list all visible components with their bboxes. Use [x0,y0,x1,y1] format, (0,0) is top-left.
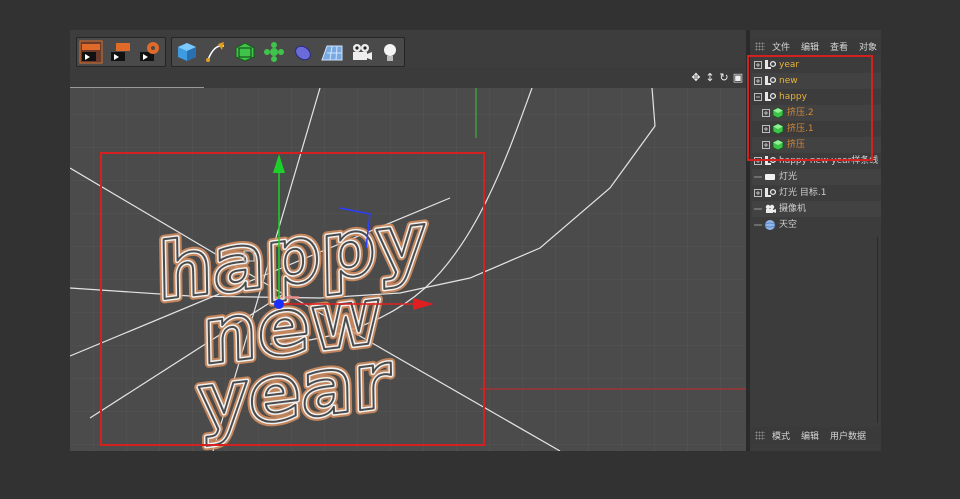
main-toolbar [70,30,746,68]
object-label: 天空 [779,220,798,230]
floor-icon[interactable] [320,40,344,64]
render-picture-viewer-icon[interactable] [108,40,132,64]
subdivision-icon[interactable] [233,40,257,64]
viewport-highlight-box [100,152,485,446]
render-settings-icon[interactable] [137,40,161,64]
rotate-view-icon[interactable]: ↻ [718,71,730,85]
object-manager-menubar: 文件 编辑 查看 对象 [750,38,881,55]
light-icon[interactable] [378,40,402,64]
menu-file[interactable]: 文件 [772,40,790,53]
light-object-icon [764,171,776,183]
object-toolbar-group [171,37,405,67]
grip-icon[interactable] [755,42,765,51]
menu-mode[interactable]: 模式 [772,429,790,442]
viewport-header: ✥ ↕ ↻ ▣ [70,68,746,89]
menu-edit[interactable]: 编辑 [801,40,819,53]
object-tree-row[interactable]: 摄像机 [752,201,881,217]
object-label: 摄像机 [779,204,807,214]
sky-object-icon [764,219,776,231]
render-view-icon[interactable] [79,40,103,64]
tree-branch-line [754,221,762,229]
cube-icon[interactable] [175,40,199,64]
attribute-manager-menubar: 模式 编辑 用户数据 [750,427,881,444]
object-list-highlight-box [747,55,873,161]
viewport-nav-controls: ✥ ↕ ↻ ▣ [690,71,744,85]
menu-view[interactable]: 查看 [830,40,848,53]
object-manager-empty-area [752,237,878,423]
pen-spline-icon[interactable] [204,40,228,64]
camera-object-icon [764,203,776,215]
zoom-view-icon[interactable]: ↕ [704,71,716,85]
menu-user-data[interactable]: 用户数据 [830,429,866,442]
menu-object[interactable]: 对象 [859,40,877,53]
object-tree-row[interactable]: 灯光 [752,169,881,185]
grip-icon[interactable] [755,431,765,440]
null-object-icon [764,187,776,199]
object-tree-row[interactable]: 灯光 目标.1 [752,185,881,201]
menu-edit[interactable]: 编辑 [801,429,819,442]
move-view-icon[interactable]: ✥ [690,71,702,85]
expand-icon[interactable] [754,189,762,197]
object-label: 灯光 目标.1 [779,188,827,198]
toggle-view-icon[interactable]: ▣ [732,71,744,85]
tree-branch-line [754,205,762,213]
camera-icon[interactable] [349,40,373,64]
tree-branch-line [754,173,762,181]
render-toolbar-group [76,37,166,67]
object-label: 灯光 [779,172,798,182]
array-icon[interactable] [262,40,286,64]
object-tree-row[interactable]: 天空 [752,217,881,233]
deformer-icon[interactable] [291,40,315,64]
